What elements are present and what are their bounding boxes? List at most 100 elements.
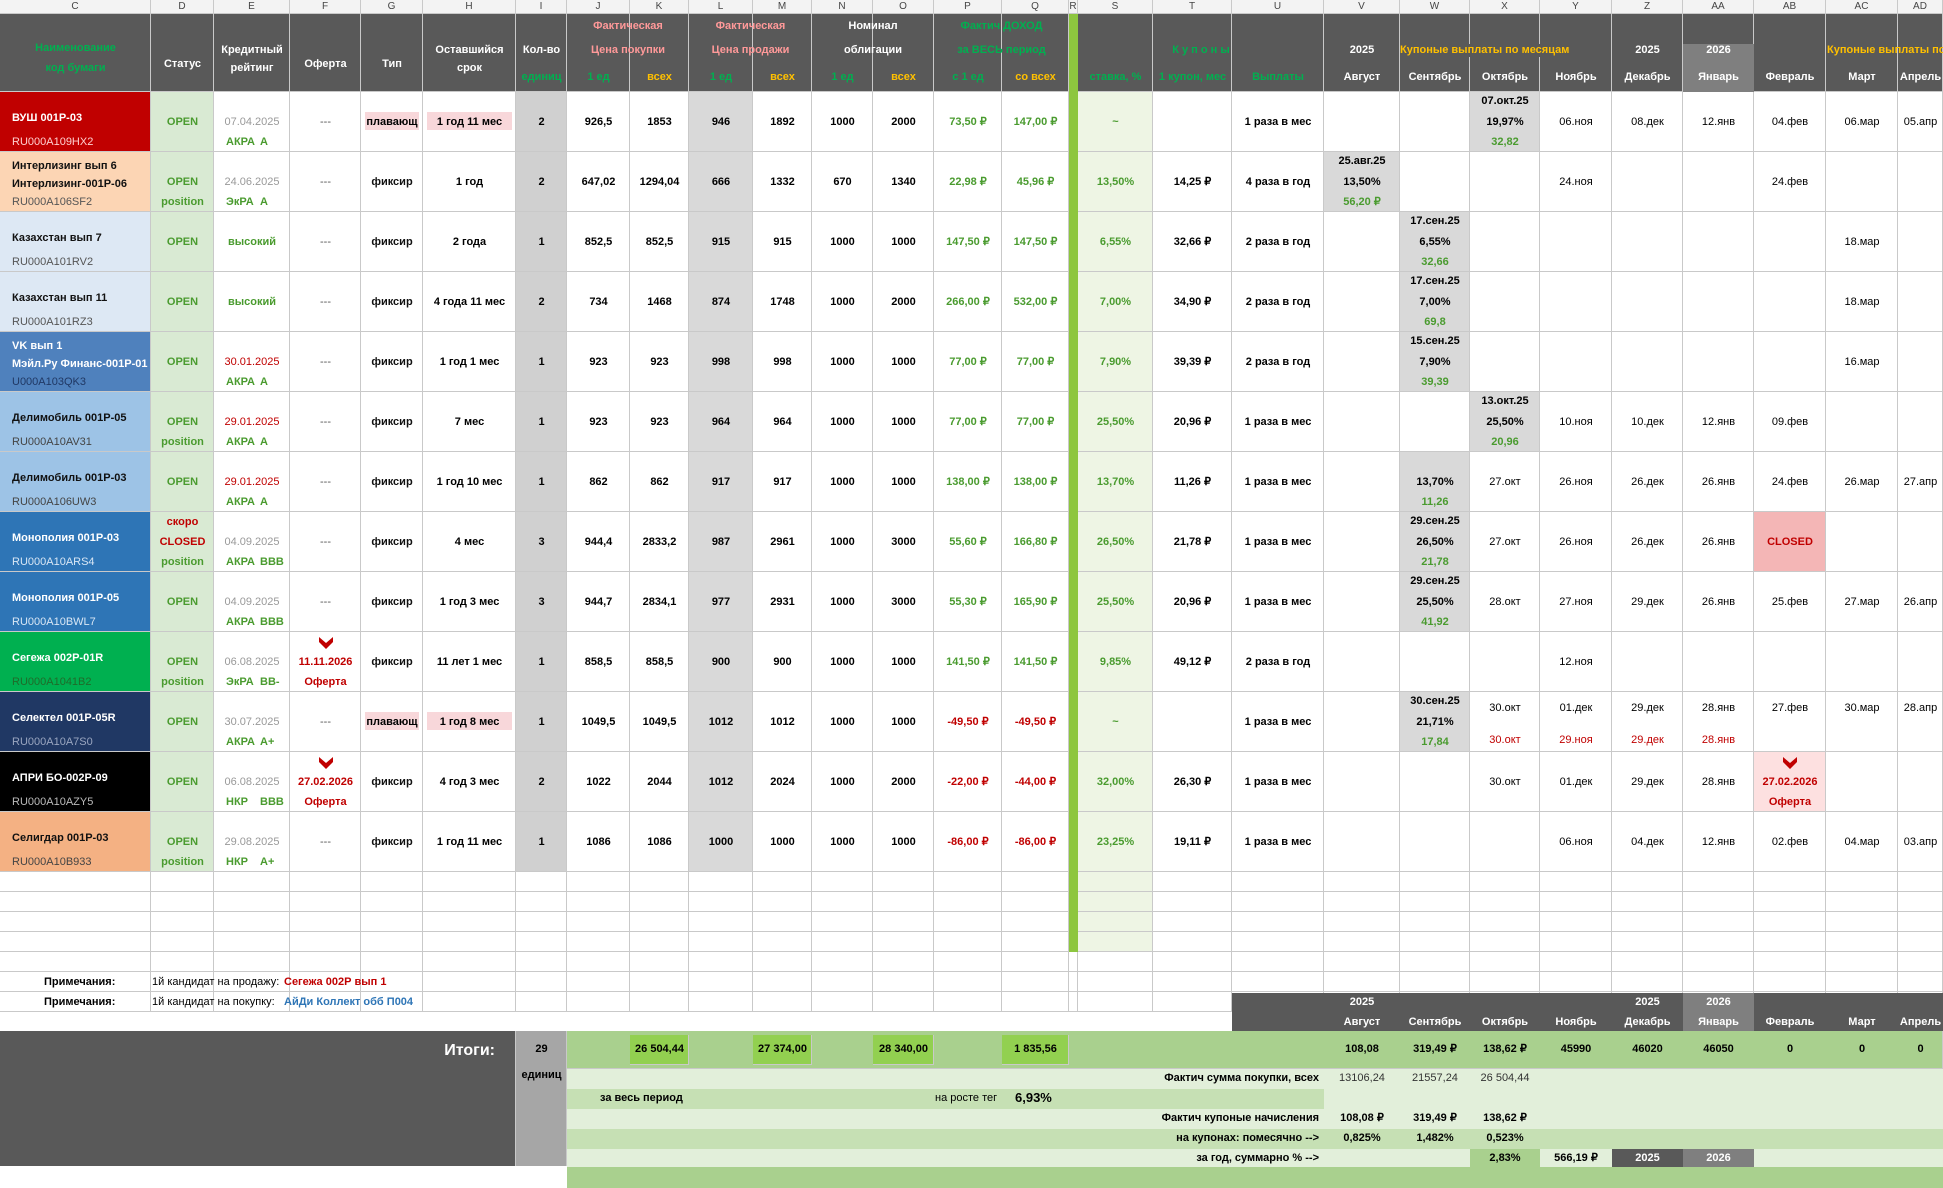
- row-0-cell[interactable]: [1400, 92, 1470, 152]
- notes-cell[interactable]: [1754, 972, 1826, 992]
- column-header-AC[interactable]: AC: [1826, 0, 1898, 14]
- empty-cell[interactable]: [1400, 912, 1470, 932]
- empty-cell[interactable]: [1898, 872, 1943, 892]
- empty-cell[interactable]: [1232, 892, 1324, 912]
- empty-cell[interactable]: [1400, 932, 1470, 952]
- notes-cell[interactable]: [423, 992, 516, 1012]
- empty-cell[interactable]: [151, 892, 214, 912]
- row-10-cell[interactable]: [1153, 692, 1232, 752]
- column-header-F[interactable]: F: [290, 0, 361, 14]
- notes-cell[interactable]: [516, 992, 567, 1012]
- notes-cell[interactable]: [1078, 992, 1153, 1012]
- empty-cell[interactable]: [423, 932, 516, 952]
- row-10-cell[interactable]: [1898, 692, 1943, 752]
- empty-cell[interactable]: [753, 892, 812, 912]
- empty-cell[interactable]: [934, 872, 1002, 892]
- notes-cell[interactable]: [753, 952, 812, 972]
- row-2-cell[interactable]: [1540, 212, 1612, 272]
- empty-cell[interactable]: [1683, 912, 1754, 932]
- empty-cell[interactable]: [1826, 912, 1898, 932]
- row-12-cell[interactable]: [1324, 812, 1400, 872]
- notes-cell[interactable]: [1898, 972, 1943, 992]
- notes-cell[interactable]: [516, 972, 567, 992]
- row-1-cell[interactable]: [1470, 152, 1540, 212]
- notes-cell[interactable]: [873, 992, 934, 1012]
- row-12-cell[interactable]: [1400, 812, 1470, 872]
- notes-cell[interactable]: [1826, 972, 1898, 992]
- notes-cell[interactable]: [753, 972, 812, 992]
- row-10-cell[interactable]: [1754, 692, 1826, 752]
- empty-cell[interactable]: [1612, 932, 1683, 952]
- column-header-N[interactable]: N: [812, 0, 873, 14]
- empty-cell[interactable]: [1612, 892, 1683, 912]
- empty-cell[interactable]: [873, 912, 934, 932]
- empty-cell[interactable]: [1540, 872, 1612, 892]
- empty-cell[interactable]: [1754, 912, 1826, 932]
- empty-cell[interactable]: [934, 932, 1002, 952]
- empty-cell[interactable]: [1683, 872, 1754, 892]
- empty-cell[interactable]: [0, 912, 151, 932]
- notes-cell[interactable]: [1826, 952, 1898, 972]
- empty-cell[interactable]: [934, 892, 1002, 912]
- notes-cell[interactable]: [1002, 952, 1069, 972]
- row-4-cell[interactable]: [1683, 332, 1754, 392]
- notes-cell[interactable]: [1540, 972, 1612, 992]
- notes-cell[interactable]: [567, 972, 630, 992]
- notes-cell[interactable]: [1683, 972, 1754, 992]
- notes-cell[interactable]: [1069, 992, 1078, 1012]
- column-header-X[interactable]: X: [1470, 0, 1540, 14]
- empty-cell[interactable]: [1754, 872, 1826, 892]
- notes-cell[interactable]: [1683, 952, 1754, 972]
- notes-cell[interactable]: [1002, 972, 1069, 992]
- row-7-cell[interactable]: [1826, 512, 1898, 572]
- empty-cell[interactable]: [423, 892, 516, 912]
- row-1-cell[interactable]: [1400, 152, 1470, 212]
- empty-cell[interactable]: [873, 892, 934, 912]
- row-11-cell[interactable]: [1898, 752, 1943, 812]
- empty-cell[interactable]: [1324, 872, 1400, 892]
- empty-cell[interactable]: [1153, 872, 1232, 892]
- row-9-cell[interactable]: [1612, 632, 1683, 692]
- row-1-cell[interactable]: [1683, 152, 1754, 212]
- empty-cell[interactable]: [689, 912, 753, 932]
- notes-cell[interactable]: [1078, 972, 1153, 992]
- row-4-cell[interactable]: [1898, 332, 1943, 392]
- empty-cell[interactable]: [630, 892, 689, 912]
- empty-cell[interactable]: [753, 872, 812, 892]
- row-3-cell[interactable]: [1898, 272, 1943, 332]
- empty-cell[interactable]: [1153, 932, 1232, 952]
- empty-cell[interactable]: [1540, 892, 1612, 912]
- empty-cell[interactable]: [516, 932, 567, 952]
- empty-cell[interactable]: [214, 872, 290, 892]
- row-9-cell[interactable]: [1898, 632, 1943, 692]
- row-2-cell[interactable]: [1683, 212, 1754, 272]
- empty-cell[interactable]: [214, 932, 290, 952]
- notes-cell[interactable]: [934, 972, 1002, 992]
- row-4-cell[interactable]: [1540, 332, 1612, 392]
- empty-cell[interactable]: [1826, 872, 1898, 892]
- empty-cell[interactable]: [812, 912, 873, 932]
- row-7-cell[interactable]: [1898, 512, 1943, 572]
- empty-cell[interactable]: [1826, 892, 1898, 912]
- row-4-cell[interactable]: [1754, 332, 1826, 392]
- empty-cell[interactable]: [361, 872, 423, 892]
- empty-cell[interactable]: [1754, 932, 1826, 952]
- notes-cell[interactable]: [1612, 952, 1683, 972]
- empty-cell[interactable]: [1898, 892, 1943, 912]
- row-3-cell[interactable]: [1540, 272, 1612, 332]
- notes-cell[interactable]: [361, 952, 423, 972]
- column-header-J[interactable]: J: [567, 0, 630, 14]
- notes-cell[interactable]: [1069, 972, 1078, 992]
- empty-cell[interactable]: [1153, 892, 1232, 912]
- row-7-cell[interactable]: [1324, 512, 1400, 572]
- notes-cell[interactable]: [516, 952, 567, 972]
- empty-cell[interactable]: [689, 932, 753, 952]
- column-header-Y[interactable]: Y: [1540, 0, 1612, 14]
- empty-cell[interactable]: [1078, 872, 1153, 892]
- row-4-cell[interactable]: [1612, 332, 1683, 392]
- column-header-P[interactable]: P: [934, 0, 1002, 14]
- column-header-W[interactable]: W: [1400, 0, 1470, 14]
- empty-cell[interactable]: [214, 912, 290, 932]
- column-header-U[interactable]: U: [1232, 0, 1324, 14]
- empty-cell[interactable]: [1612, 912, 1683, 932]
